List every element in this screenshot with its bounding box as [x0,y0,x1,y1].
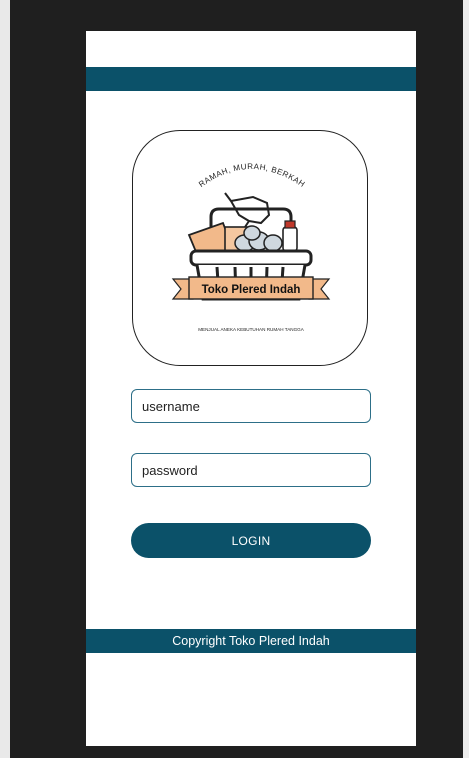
copyright-text: Copyright Toko Plered Indah [172,634,330,648]
username-input[interactable] [131,389,371,423]
password-input[interactable] [131,453,371,487]
frame-edge-right [463,0,469,758]
brand-ribbon: Toko Plered Indah [171,276,331,300]
logo-tagline: RAMAH, MURAH, BERKAH [197,162,306,189]
frame-edge-left [0,0,10,758]
footer-bar: Copyright Toko Plered Indah [86,629,416,653]
logo-brand-name: Toko Plered Indah [202,284,301,296]
store-logo: RAMAH, MURAH, BERKAH Toko Plered Indah M… [132,130,368,366]
svg-text:RAMAH, MURAH, BERKAH: RAMAH, MURAH, BERKAH [197,162,307,189]
logo-subtitle: MENJUAL ANEKA KEBUTUHAN RUMAH TANGGA [198,327,305,332]
header-bar [86,67,416,91]
app-screen: RAMAH, MURAH, BERKAH Toko Plered Indah M… [86,31,416,746]
login-button[interactable]: LOGIN [131,523,371,558]
device-frame: RAMAH, MURAH, BERKAH Toko Plered Indah M… [0,0,469,758]
basket-logo-graphic: RAMAH, MURAH, BERKAH Toko Plered Indah M… [171,162,331,332]
